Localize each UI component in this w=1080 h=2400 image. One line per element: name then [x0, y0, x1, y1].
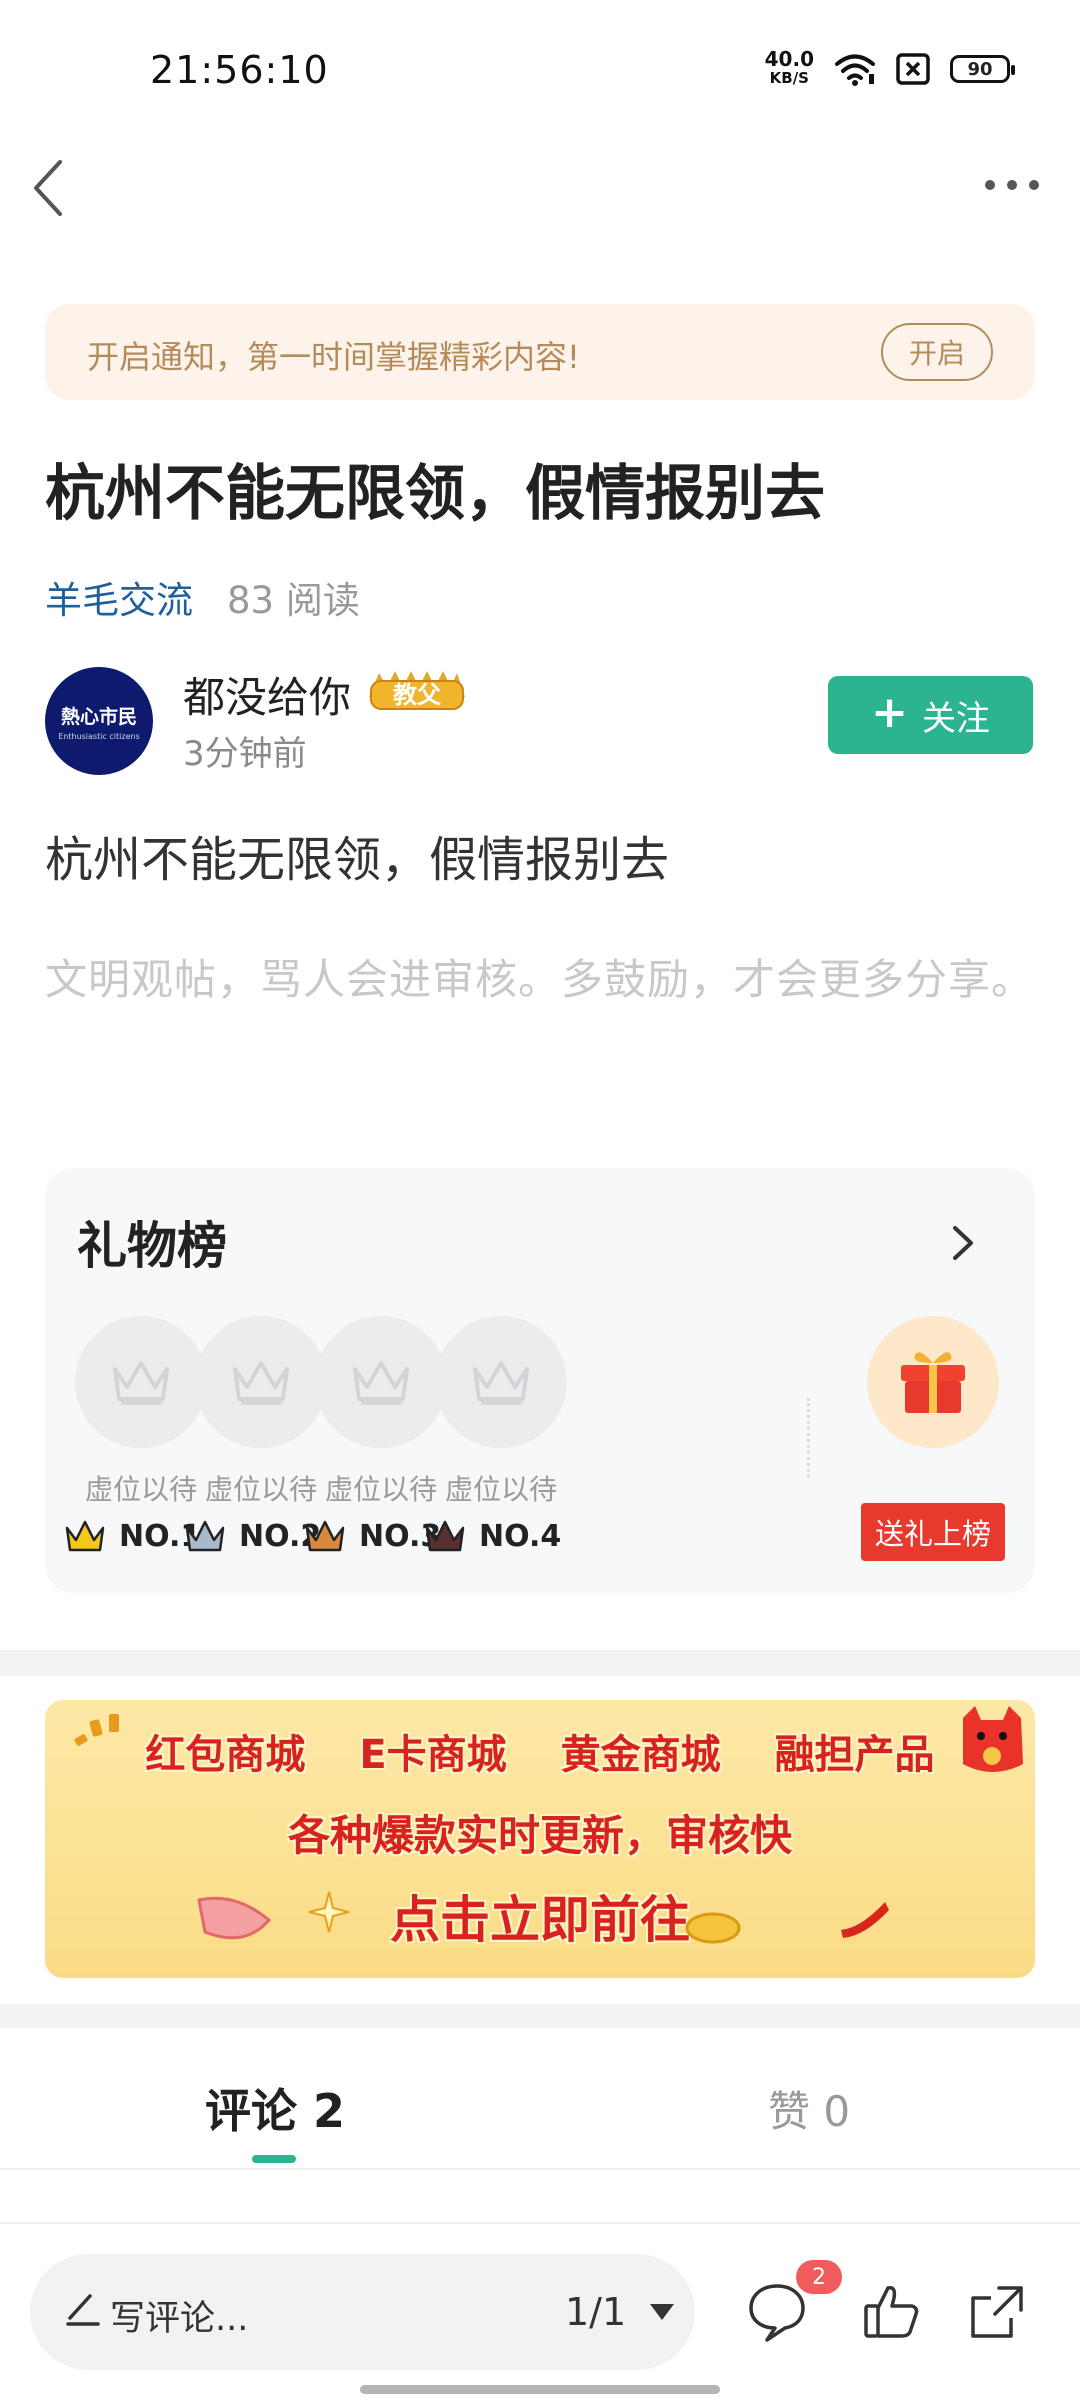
net-speed-unit: KB/S: [769, 69, 809, 87]
crown-placeholder-icon: [233, 1361, 289, 1405]
gift-slot-4: 虚位以待 NO.4: [425, 1316, 567, 1554]
read-count: 83 阅读: [227, 579, 360, 622]
notification-banner: 开启通知，第一时间掌握精彩内容! 开启: [45, 304, 1035, 400]
notification-text: 开启通知，第一时间掌握精彩内容!: [87, 338, 580, 376]
caret-down-icon[interactable]: [648, 2302, 676, 2322]
author-avatar[interactable]: 熱心市民 Enthusiastic citizens: [45, 667, 153, 775]
promo-line-1: 红包商城 E卡商城 黄金商城 融担产品: [45, 1722, 1035, 1780]
post-title: 杭州不能无限领，假情报别去: [45, 459, 825, 529]
tab-separator: [0, 2168, 1080, 2170]
comment-placeholder: 写评论...: [110, 2299, 249, 2339]
slot-placeholder: [315, 1316, 447, 1448]
author-badge: 教父: [369, 671, 465, 710]
promo-item: E卡商城: [359, 1732, 507, 1778]
civility-hint: 文明观帖，骂人会进审核。多鼓励，才会更多分享。: [45, 955, 1035, 1004]
bottom-bar: 写评论... 1/1 2: [0, 2222, 1080, 2400]
crown-placeholder-icon: [353, 1361, 409, 1405]
gift-button[interactable]: [867, 1316, 999, 1448]
comment-count-badge: 2: [796, 2260, 842, 2294]
crown-icon: [65, 1520, 105, 1552]
avatar-subtext: Enthusiastic citizens: [58, 731, 140, 741]
gift-board: 礼物榜 虚位以待 NO.1 虚位以待 NO.2 虚位以待 NO.3 虚位以待 N…: [45, 1168, 1035, 1593]
comment-bubble-icon[interactable]: [745, 2280, 809, 2344]
section-divider: [0, 1650, 1080, 1676]
promo-item: 黄金商城: [560, 1732, 721, 1778]
crown-placeholder-icon: [113, 1361, 169, 1405]
promo-line-2: 各种爆款实时更新，审核快: [287, 1811, 792, 1860]
share-icon[interactable]: [965, 2280, 1029, 2344]
post-meta: 羊毛交流 83 阅读: [45, 570, 360, 624]
coin-icon: [685, 1912, 741, 1944]
slot-label: 虚位以待: [444, 1473, 557, 1506]
enable-notification-button[interactable]: 开启: [881, 323, 993, 381]
category-tag-link[interactable]: 羊毛交流: [45, 570, 193, 624]
mascot-icon: [963, 1706, 1023, 1772]
more-options-icon[interactable]: [982, 170, 1042, 200]
crown-icon: [185, 1520, 225, 1552]
section-divider: [0, 2004, 1080, 2028]
back-arrow-icon[interactable]: [22, 148, 82, 228]
gift-board-title: 礼物榜: [77, 1217, 227, 1275]
gift-slot-2: 虚位以待 NO.2: [185, 1316, 327, 1554]
status-time: 21:56:10: [150, 48, 329, 92]
gift-slot-3: 虚位以待 NO.3: [305, 1316, 447, 1554]
promo-banner[interactable]: 红包商城 E卡商城 黄金商城 融担产品 各种爆款实时更新，审核快 点击立即前往: [45, 1700, 1035, 1978]
status-bar: 21:56:10 40.0 KB/S 90: [0, 0, 1080, 140]
crown-icon: [425, 1520, 465, 1552]
post-time: 3分钟前: [183, 734, 307, 774]
tab-comments[interactable]: 评论 2: [205, 2075, 345, 2141]
red-packet-icon: [841, 1902, 889, 1938]
gift-slot-1: 虚位以待 NO.1: [65, 1316, 207, 1554]
post-body: 杭州不能无限领，假情报别去: [45, 832, 670, 888]
net-speed-value: 40.0: [764, 47, 814, 71]
write-comment-input[interactable]: 写评论... 1/1: [30, 2254, 695, 2370]
net-speed: 40.0 KB/S: [764, 47, 814, 88]
sim-off-icon: [896, 53, 930, 85]
active-tab-indicator: [252, 2155, 296, 2163]
slot-placeholder: [195, 1316, 327, 1448]
avatar-text: 熱心市民: [60, 705, 137, 728]
thumbs-up-icon[interactable]: [860, 2280, 924, 2344]
promo-item: 红包商城: [145, 1732, 306, 1778]
crown-placeholder-icon: [473, 1361, 529, 1405]
send-gift-button[interactable]: 送礼上榜: [861, 1503, 1005, 1561]
slot-placeholder: [435, 1316, 567, 1448]
follow-label: 关注: [921, 698, 990, 739]
slot-placeholder: [75, 1316, 207, 1448]
tab-likes[interactable]: 赞 0: [768, 2078, 850, 2139]
chevron-right-icon[interactable]: [943, 1218, 983, 1268]
rank-label: NO.4: [479, 1518, 562, 1554]
author-badge-text: 教父: [393, 681, 442, 709]
status-icons: 40.0 KB/S 90: [764, 47, 1015, 88]
wifi-icon: [835, 54, 875, 86]
plus-icon: +: [871, 687, 908, 738]
home-indicator[interactable]: [360, 2385, 720, 2394]
follow-button[interactable]: + 关注: [828, 676, 1033, 754]
promo-item: 融担产品: [774, 1732, 935, 1778]
divider: [807, 1398, 810, 1478]
crown-icon: [305, 1520, 345, 1552]
battery-icon: 90: [950, 55, 1015, 83]
pencil-icon: [66, 2294, 100, 2326]
gift-box-icon: [901, 1352, 965, 1413]
page-indicator[interactable]: 1/1: [565, 2290, 626, 2334]
author-name[interactable]: 都没给你: [183, 664, 351, 725]
slot-rank: NO.4: [423, 1518, 595, 1554]
